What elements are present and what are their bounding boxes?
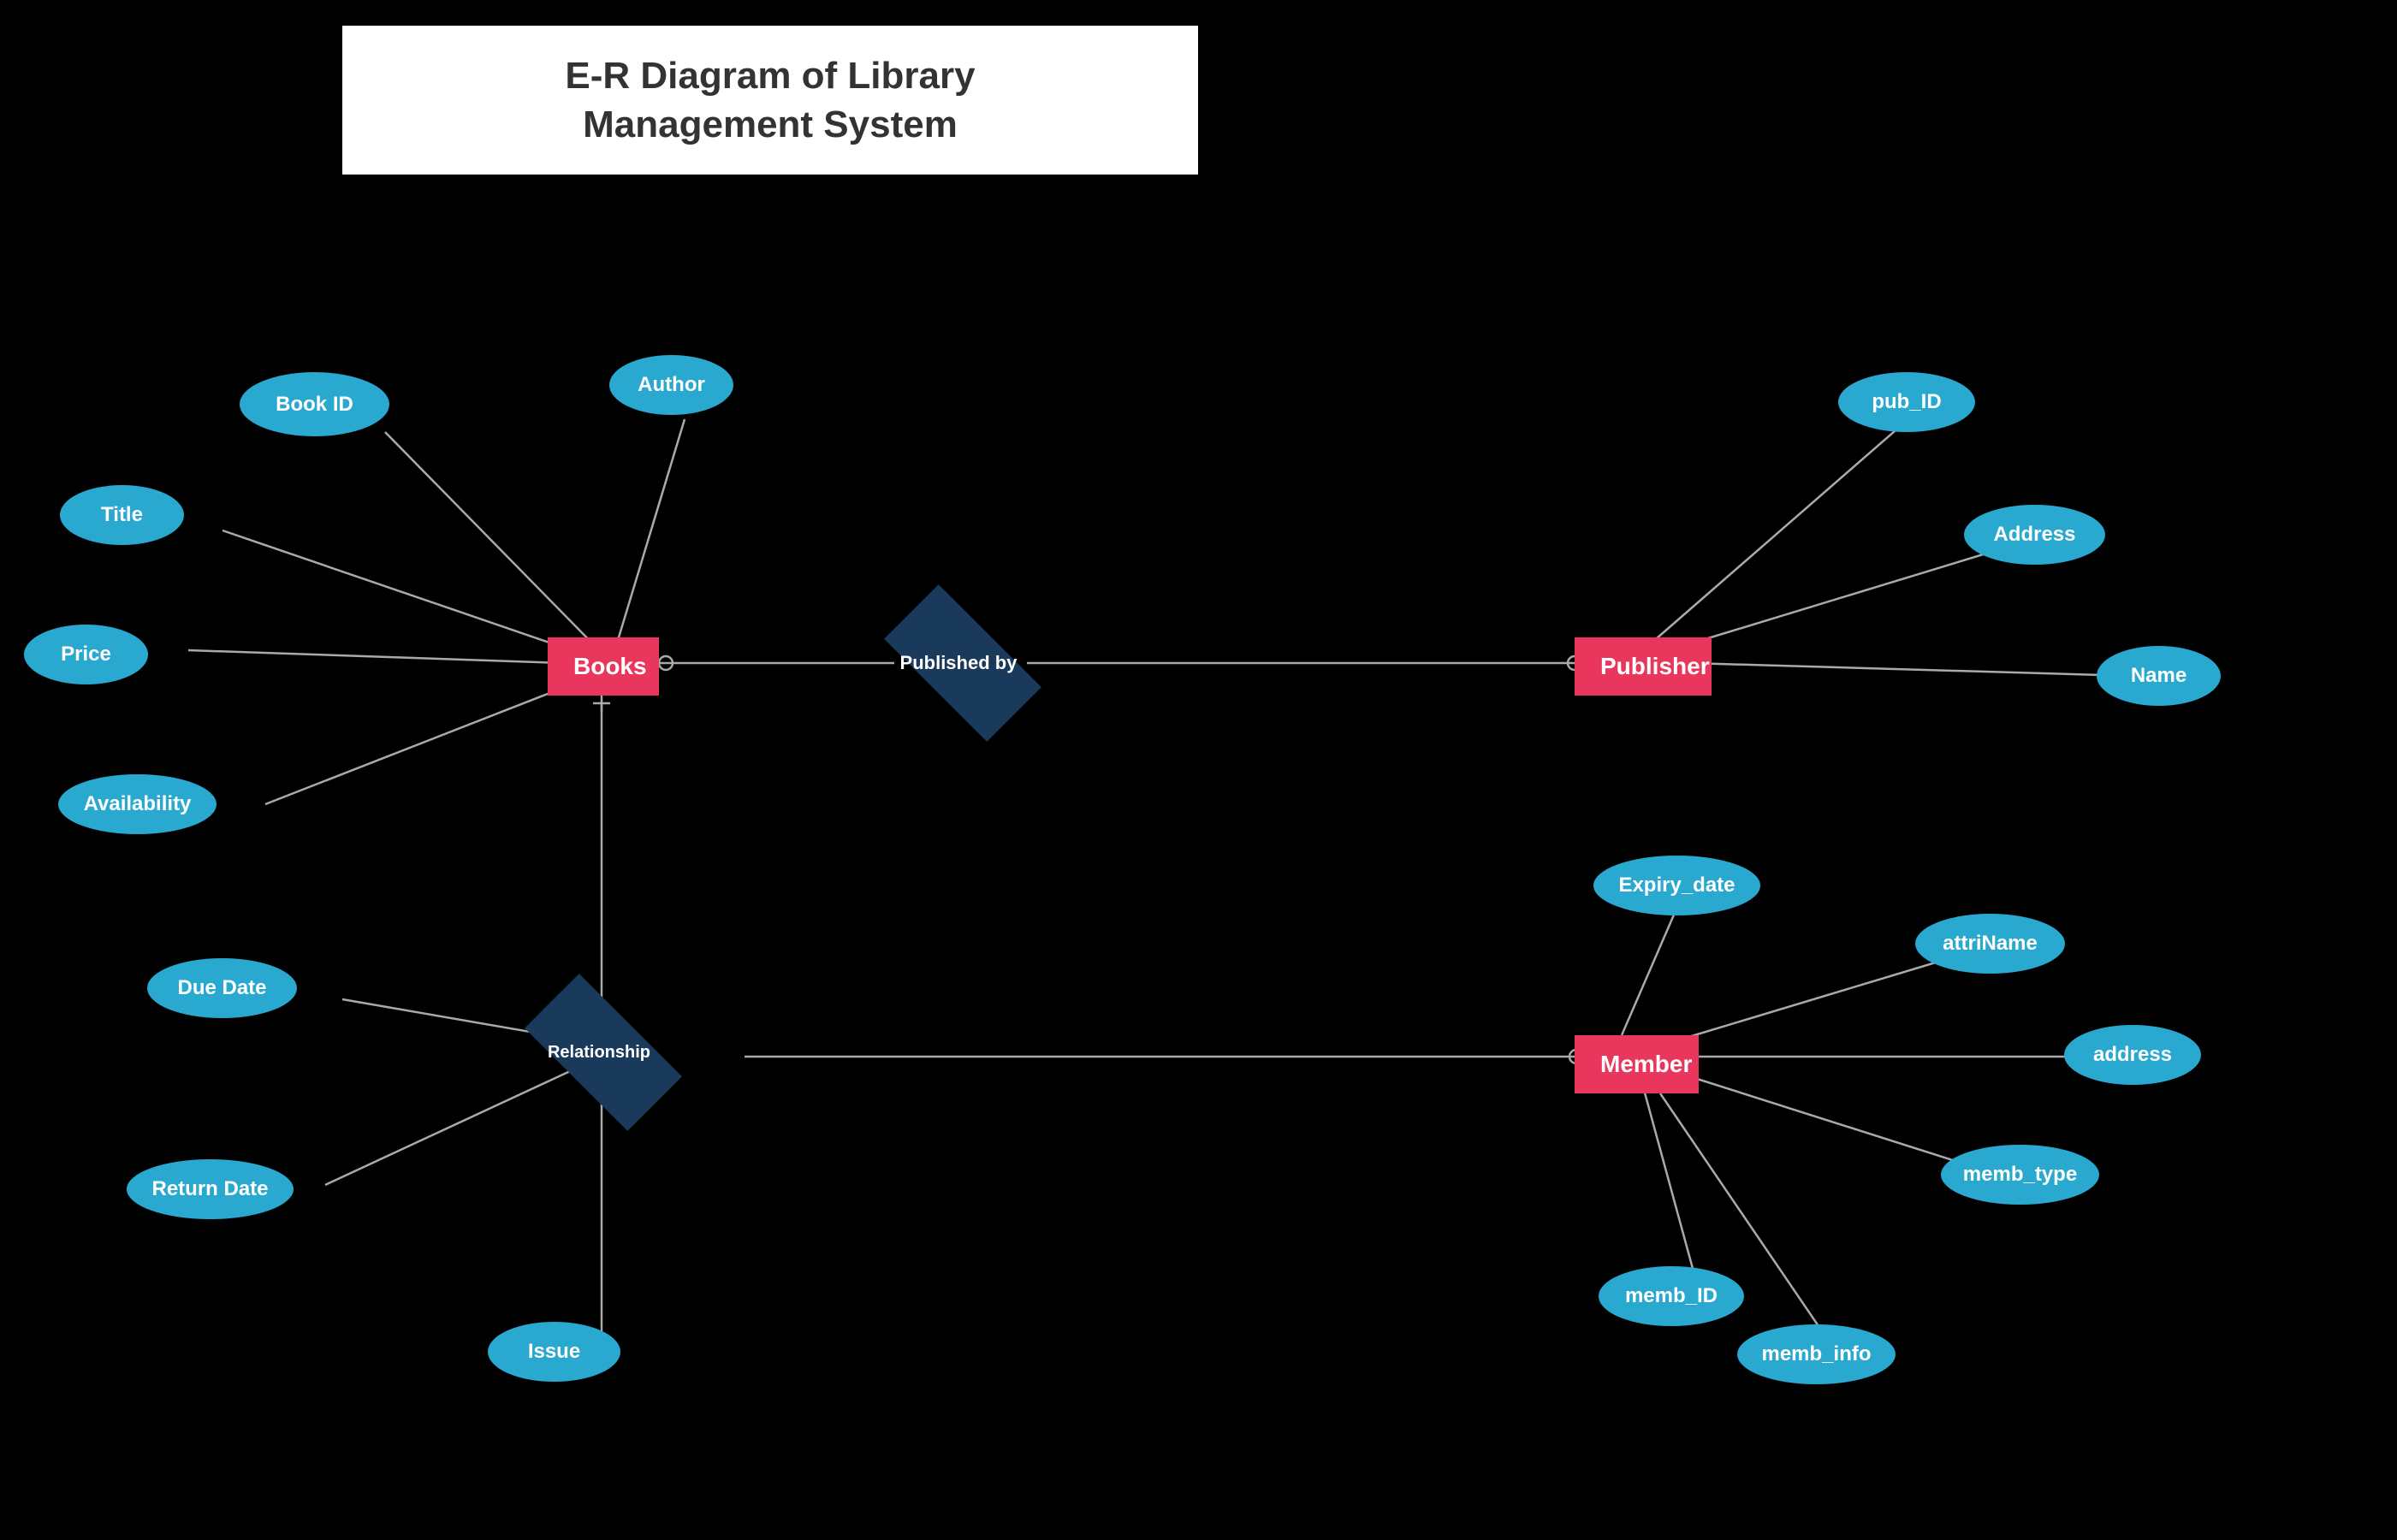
published-by-diamond-wrapper: Published by [890, 625, 1027, 702]
relationship-label: Relationship [531, 1014, 667, 1091]
relationship-diamond-wrapper: Relationship [531, 1014, 667, 1091]
books-entity: Books [548, 637, 659, 696]
expiry-date-oval: Expiry_date [1593, 856, 1760, 915]
address-mem-oval: address [2064, 1025, 2201, 1085]
published-by-label: Published by [890, 625, 1027, 702]
memb-id-oval: memb_ID [1599, 1266, 1744, 1326]
author-oval: Author [609, 355, 733, 415]
availability-oval: Availability [58, 774, 217, 834]
title-oval: Title [60, 485, 184, 545]
due-date-oval: Due Date [147, 958, 297, 1018]
attriname-oval: attriName [1915, 914, 2065, 974]
book-id-oval: Book ID [240, 372, 389, 436]
address-pub-oval: Address [1964, 505, 2105, 565]
memb-type-oval: memb_type [1941, 1145, 2099, 1205]
publisher-entity: Publisher [1575, 637, 1712, 696]
member-entity: Member [1575, 1035, 1699, 1093]
diagram-title: E-R Diagram of Library Management System [394, 51, 1147, 149]
memb-info-oval: memb_info [1737, 1324, 1896, 1384]
return-date-oval: Return Date [127, 1159, 294, 1219]
name-oval: Name [2097, 646, 2221, 706]
issue-oval: Issue [488, 1322, 620, 1382]
title-box: E-R Diagram of Library Management System [342, 26, 1198, 175]
pub-id-oval: pub_ID [1838, 372, 1975, 432]
price-oval: Price [24, 625, 148, 684]
